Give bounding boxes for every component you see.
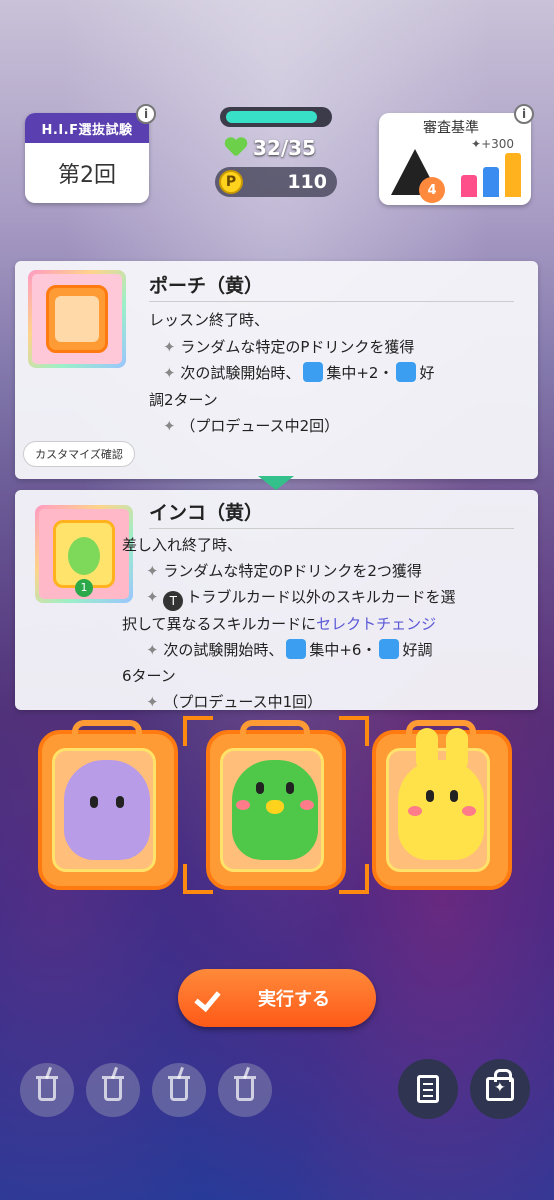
bunny-plush [398, 728, 484, 860]
customize-check-button[interactable]: カスタマイズ確認 [23, 441, 135, 467]
drink-cup-icon [168, 1076, 190, 1101]
item-bag-button[interactable] [470, 1059, 530, 1119]
selection-corner [339, 716, 369, 746]
stamina-fill [226, 111, 318, 123]
selection-corner [339, 864, 369, 894]
drink-slot-1[interactable] [20, 1063, 74, 1117]
p-coin-icon: P [219, 170, 243, 194]
p-points-box: P 110 [215, 167, 337, 197]
stamina-display: 32/35 [225, 134, 316, 162]
concentration-icon [303, 362, 324, 382]
execute-button[interactable]: 実行する [178, 969, 376, 1027]
bag-sparkle-icon [486, 1069, 514, 1101]
heart-icon [225, 138, 247, 158]
parakeet-thumbnail: 1 [35, 505, 133, 603]
exam-badge[interactable]: H.I.F選抜試験 第2回 [25, 113, 149, 203]
p-points-value: 110 [287, 171, 327, 193]
backpack-parakeet[interactable] [206, 720, 346, 890]
stamina-bar [220, 107, 332, 127]
criteria-bar-2 [483, 167, 499, 197]
parakeet-description: 差し入れ終了時、 ✦ ランダムな特定のPドリンクを2つ獲得 ✦ T トラブルカード… [122, 536, 456, 711]
backpack-purple-monster[interactable] [38, 720, 178, 890]
drink-slot-2[interactable] [86, 1063, 140, 1117]
pouch-name: ポーチ（黄） [149, 275, 264, 297]
divider [149, 301, 514, 302]
drink-cup-icon [102, 1076, 124, 1101]
parakeet-bag-icon [53, 520, 115, 588]
selection-corner [183, 716, 213, 746]
criteria-panel[interactable]: 審査基準 ✦+300 4 [379, 113, 531, 205]
rank-star-icon: 4 [419, 177, 445, 203]
criteria-title: 審査基準 [423, 120, 479, 136]
item-card-parakeet: 1 インコ（黄） 差し入れ終了時、 ✦ ランダムな特定のPドリンクを2つ獲得 ✦… [15, 490, 538, 711]
criteria-bar-3 [505, 153, 521, 197]
backpack-bunny[interactable] [372, 720, 512, 890]
pouch-thumbnail [28, 270, 126, 368]
arrow-down-icon [258, 476, 294, 490]
exam-round: 第2回 [58, 163, 116, 188]
drink-slot-4[interactable] [218, 1063, 272, 1117]
check-icon [196, 984, 224, 1012]
badge: 1 [75, 579, 93, 597]
drink-cup-icon [36, 1076, 58, 1101]
criteria-bar-1 [461, 175, 477, 197]
drink-slot-3[interactable] [152, 1063, 206, 1117]
concentration-icon [286, 639, 307, 659]
purple-monster-plush [64, 760, 150, 860]
exam-title: H.I.F選抜試験 [25, 113, 149, 143]
parakeet-name: インコ（黄） [149, 502, 264, 524]
document-icon [417, 1075, 439, 1103]
pouch-icon [46, 285, 108, 353]
exam-info-icon[interactable]: i [136, 104, 156, 124]
execute-label: 実行する [258, 989, 330, 1010]
divider [149, 528, 514, 529]
selection-corner [183, 864, 213, 894]
good-condition-icon [379, 639, 400, 659]
pouch-description: レッスン終了時、 ✦ ランダムな特定のPドリンクを獲得 ✦ 次の試験開始時、 集中… [149, 311, 435, 435]
trouble-card-icon: T [163, 591, 184, 611]
criteria-bonus: ✦+300 [471, 137, 515, 151]
good-condition-icon [396, 362, 417, 382]
criteria-info-icon[interactable]: i [514, 104, 534, 124]
parakeet-plush [232, 760, 318, 860]
deck-list-button[interactable] [398, 1059, 458, 1119]
stamina-value: 32/35 [253, 136, 316, 160]
drink-cup-icon [234, 1076, 256, 1101]
